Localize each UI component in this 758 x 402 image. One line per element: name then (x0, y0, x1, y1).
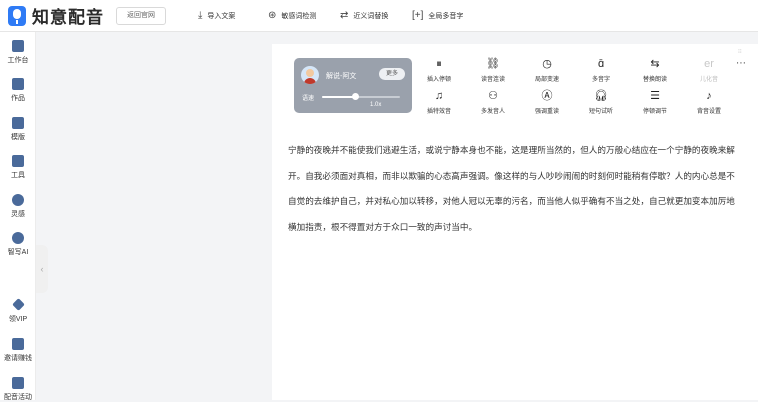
polyphone-icon: ɑ̄ (597, 58, 605, 70)
sidebar-item-label: 领VIP (8, 316, 28, 323)
top-bar: 知意配音 返回官网 ⤓ 导入文案 ⊛ 敏感词检测 ⇄ 近义词替换 [+] 全局多… (0, 0, 758, 32)
speedometer-icon: ◷ (542, 58, 552, 70)
speed-slider-fill (322, 96, 355, 98)
multi-speaker-label: 多发音人 (480, 109, 505, 115)
sidebar-item-vip[interactable]: 领VIP (0, 298, 36, 324)
bookmark-icon (12, 377, 24, 389)
swap-icon: ⇄ (340, 10, 349, 21)
speed-label: 语速 (302, 96, 315, 102)
microphone-logo-icon (8, 5, 26, 26)
pause-adjust-button[interactable]: ☰ 停顿调节 (635, 90, 675, 115)
sidebar-item-label: 邀请赚钱 (4, 355, 32, 362)
document-text[interactable]: 宁静的夜晚并不能使我们逃避生活，或说宁静本身也不能，这是理所当然的，但人的万般心… (288, 139, 740, 241)
sensitive-word-label: 敏感词检测 (281, 12, 317, 20)
sentence-preview-button[interactable]: 🎧︎ 短句试听 (581, 90, 621, 115)
speed-slider[interactable] (322, 93, 400, 100)
emphasis-button[interactable]: Ⓐ 强调重读 (527, 90, 567, 115)
polyphone-label: 多音字 (591, 77, 610, 83)
sidebar-item-label: 工作台 (7, 57, 29, 64)
sidebar-item-label: 智写AI (7, 249, 29, 256)
sidebar-item-templates[interactable]: 模版 (0, 117, 36, 142)
local-speed-button[interactable]: ◷ 局部变速 (527, 58, 567, 83)
speed-value: 1.0x (370, 102, 382, 108)
sidebar-item-label: 模版 (11, 134, 25, 141)
adjust-icon: ☰ (650, 90, 660, 102)
synonym-button[interactable]: ⇄ 近义词替换 (340, 10, 388, 21)
global-polyphone-button[interactable]: [+] 全局多音字 (412, 10, 463, 21)
headphones-icon: 🎧︎ (594, 90, 608, 102)
background-music-label: 背音设置 (696, 109, 721, 115)
download-icon: ⤓ (198, 10, 203, 21)
sidebar-item-activities[interactable]: 配音活动 (0, 377, 36, 402)
er-icon: er (704, 58, 714, 70)
local-speed-label: 局部变速 (534, 77, 559, 83)
replace-reading-button[interactable]: ⇆ 替换朗读 (635, 58, 675, 83)
insert-sound-effect-label: 插特效音 (426, 109, 451, 115)
sidebar-item-inspiration[interactable]: 灵感 (0, 194, 36, 219)
emphasis-label: 强调重读 (534, 109, 559, 115)
editor-panel: 解说-阿文 更多 语速 1.0x ⏸ 插入停顿 ⛓ 读音连读 ◷ 局部变速 ɑ̄… (272, 44, 758, 400)
more-voices-button[interactable]: 更多 (379, 68, 405, 80)
sensitive-word-button[interactable]: ⊛ 敏感词检测 (268, 10, 316, 21)
avatar (301, 66, 319, 84)
toolbox-icon (12, 155, 24, 167)
sidebar-item-label: 作品 (11, 95, 25, 102)
erhua-button[interactable]: er 儿化音 (689, 58, 729, 83)
pause-icon: ⏸ (436, 58, 442, 70)
speed-slider-handle[interactable] (351, 93, 359, 100)
insert-pause-button[interactable]: ⏸ 插入停顿 (419, 58, 459, 83)
liaison-label: 读音连读 (480, 77, 505, 83)
erhua-label: 儿化音 (699, 77, 718, 83)
multi-speaker-button[interactable]: ⚇ 多发音人 (473, 90, 513, 115)
back-to-site-button[interactable]: 返回官网 (116, 6, 166, 25)
replace-reading-label: 替换朗读 (642, 77, 667, 83)
workbench-icon (12, 40, 24, 52)
app-logo[interactable]: 知意配音 (8, 3, 104, 28)
sidebar-item-label: 灵感 (11, 211, 25, 218)
voice-card[interactable]: 解说-阿文 更多 语速 1.0x (294, 58, 412, 113)
gift-icon (12, 338, 24, 350)
background-music-icon: ♪ (706, 90, 712, 102)
background-music-button[interactable]: ♪ 背音设置 (689, 90, 729, 115)
sidebar-item-invite[interactable]: 邀请赚钱 (0, 338, 36, 363)
scroll-handle-icon[interactable]: ⁝⁝ (738, 48, 742, 55)
global-polyphone-label: 全局多音字 (428, 12, 464, 20)
import-copy-button[interactable]: ⤓ 导入文案 (198, 10, 235, 21)
pause-adjust-label: 停顿调节 (642, 109, 667, 115)
sidebar-item-workbench[interactable]: 工作台 (0, 40, 36, 65)
import-copy-label: 导入文案 (207, 12, 236, 20)
sidebar-item-tools[interactable]: 工具 (0, 155, 36, 180)
music-note-icon: ♫ (434, 90, 444, 102)
voice-name: 解说-阿文 (326, 73, 357, 80)
ai-icon (12, 232, 24, 244)
repeat-icon: ⇆ (650, 58, 660, 70)
template-icon (12, 117, 24, 129)
sidebar-item-ai-writing[interactable]: 智写AI (0, 232, 36, 257)
insert-sound-effect-button[interactable]: ♫ 插特效音 (419, 90, 459, 115)
link-icon: ⛓ (486, 58, 500, 70)
multi-speaker-icon: ⚇ (488, 90, 498, 102)
liaison-button[interactable]: ⛓ 读音连读 (473, 58, 513, 83)
sentence-preview-label: 短句试听 (588, 109, 613, 115)
diamond-icon (11, 298, 25, 311)
sidebar-item-works[interactable]: 作品 (0, 78, 36, 103)
chevron-left-icon: ‹ (40, 264, 44, 274)
insert-pause-label: 插入停顿 (426, 77, 451, 83)
sidebar: 工作台 作品 模版 工具 灵感 智写AI 领VIP 邀请赚钱 配音活动 (0, 32, 36, 402)
polyphone-button[interactable]: ɑ̄ 多音字 (581, 58, 621, 83)
search-icon: ⊛ (268, 10, 277, 21)
emphasis-icon: Ⓐ (541, 90, 553, 102)
bracket-icon: [+] (412, 10, 424, 21)
layers-icon (12, 78, 24, 90)
hot-icon (12, 194, 24, 206)
ellipsis-icon[interactable]: ⋯ (736, 58, 746, 69)
app-name: 知意配音 (32, 8, 104, 28)
synonym-label: 近义词替换 (353, 12, 389, 20)
sidebar-item-label: 工具 (11, 172, 25, 179)
sidebar-collapse-handle[interactable]: ‹ (36, 245, 48, 293)
